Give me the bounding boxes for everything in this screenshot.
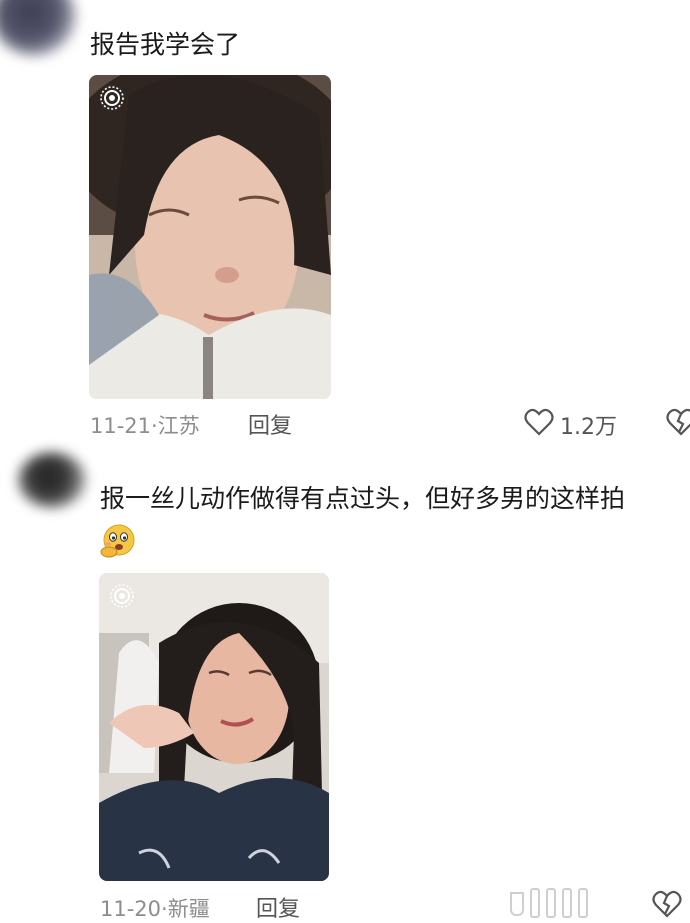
watermark-logo bbox=[510, 888, 588, 918]
like-count: 1.2万 bbox=[560, 415, 617, 440]
watermark-mark bbox=[562, 888, 572, 918]
live-photo-icon bbox=[100, 86, 124, 110]
watermark-mark bbox=[510, 892, 524, 916]
broken-heart-icon[interactable] bbox=[666, 408, 690, 436]
watermark-mark bbox=[546, 888, 556, 918]
photo-image bbox=[89, 75, 331, 399]
comment-location: 江苏 bbox=[157, 414, 200, 438]
watermark-mark bbox=[578, 888, 588, 918]
comment-date: 11-20 bbox=[100, 897, 162, 921]
watermark-mark bbox=[530, 888, 540, 918]
broken-heart-icon[interactable] bbox=[652, 890, 682, 918]
comment-date: 11-21 bbox=[90, 414, 152, 438]
comment-location: 新疆 bbox=[167, 897, 210, 921]
avatar[interactable] bbox=[0, 0, 76, 56]
comment-photo[interactable] bbox=[99, 573, 329, 881]
meta-separator: · bbox=[151, 414, 158, 438]
reply-button[interactable]: 回复 bbox=[248, 408, 292, 440]
thinking-face-emoji bbox=[100, 524, 135, 558]
photo-image bbox=[99, 573, 329, 881]
meta-separator: · bbox=[161, 897, 168, 921]
comment-meta: 11-20·新疆 bbox=[100, 893, 210, 923]
heart-outline-icon[interactable] bbox=[524, 408, 554, 436]
comment-text: 报告我学会了 bbox=[90, 30, 241, 59]
comment-photo[interactable] bbox=[89, 75, 331, 399]
comment-meta: 11-21·江苏 bbox=[90, 410, 200, 440]
reply-button[interactable]: 回复 bbox=[256, 891, 300, 923]
comment-text: 报一丝儿动作做得有点过头，但好多男的这样拍 bbox=[100, 484, 626, 513]
avatar[interactable] bbox=[18, 452, 86, 508]
live-photo-icon bbox=[110, 584, 134, 608]
